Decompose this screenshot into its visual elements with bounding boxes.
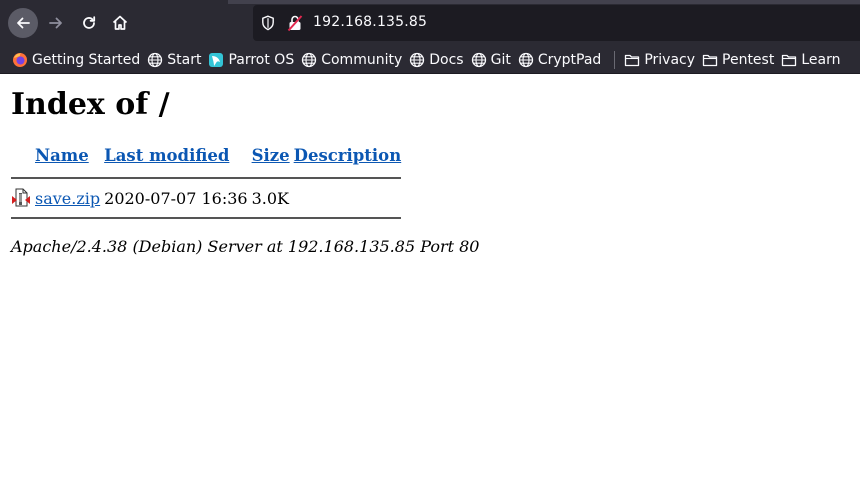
icon-column-header [11, 142, 31, 169]
bookmark-label: CryptPad [537, 51, 602, 68]
bookmark-label: Learn [801, 51, 841, 68]
bookmark-parrot-os[interactable]: Parrot OS [208, 52, 294, 68]
file-description-cell [294, 187, 402, 209]
bookmark-label: Docs [429, 51, 464, 68]
horizontal-rule [11, 217, 402, 219]
file-name-cell: save.zip [35, 187, 100, 209]
insecure-lock-icon[interactable] [287, 14, 303, 36]
reload-icon [83, 16, 96, 29]
url-text[interactable]: 192.168.135.85 [313, 14, 427, 30]
bookmark-cryptpad[interactable]: CryptPad [518, 52, 601, 68]
file-modified-cell: 2020-07-07 16:36 [104, 188, 248, 208]
bookmark-getting-started[interactable]: Getting Started [12, 52, 140, 68]
column-header-size[interactable]: Size [252, 142, 290, 169]
sort-by-description-link[interactable]: Description [294, 146, 402, 165]
table-divider [11, 211, 402, 225]
compressed-file-icon [12, 188, 30, 207]
navigation-toolbar: 192.168.135.85 [0, 0, 860, 46]
bookmark-separator [614, 50, 616, 69]
bookmark-label: Pentest [722, 51, 775, 68]
bookmark-label: Git [490, 51, 511, 68]
parrot-icon [208, 52, 224, 68]
globe-icon [518, 52, 534, 68]
bookmark-label: Getting Started [32, 51, 141, 68]
arrow-right-icon [49, 17, 62, 29]
folder-icon [702, 52, 718, 68]
folder-icon [781, 52, 797, 68]
home-button[interactable] [105, 8, 135, 38]
server-signature: Apache/2.4.38 (Debian) Server at 192.168… [11, 237, 480, 256]
bookmarks-toolbar: Getting Started Start Parrot OS Communit… [0, 46, 860, 74]
back-button[interactable] [8, 8, 38, 38]
table-row: save.zip 2020-07-07 16:36 3.0K [11, 187, 401, 209]
bookmark-folder-privacy[interactable]: Privacy [624, 52, 695, 68]
directory-listing-table: Name Last modified Size Description save… [7, 140, 405, 227]
bookmark-label: Privacy [644, 51, 696, 68]
folder-icon [624, 52, 640, 68]
file-size-cell: 3.0K [251, 188, 289, 208]
page-content: Index of / Name Last modified Size Descr… [0, 74, 860, 264]
table-divider [11, 171, 402, 185]
bookmark-community[interactable]: Community [301, 52, 402, 68]
file-icon-cell [11, 187, 31, 209]
bookmark-git[interactable]: Git [471, 52, 511, 68]
tracking-shield-icon[interactable] [261, 15, 275, 35]
bookmark-label: Start [167, 51, 202, 68]
bookmark-folder-learn[interactable]: Learn [781, 52, 840, 68]
horizontal-rule [11, 177, 402, 179]
sort-by-last-modified-link[interactable]: Last modified [104, 146, 229, 165]
bookmark-start[interactable]: Start [147, 52, 201, 68]
table-header-row: Name Last modified Size Description [11, 142, 401, 169]
bookmark-label: Community [321, 51, 403, 68]
column-header-name[interactable]: Name [35, 142, 100, 169]
column-header-last-modified[interactable]: Last modified [104, 142, 247, 169]
globe-icon [301, 52, 317, 68]
home-icon [112, 15, 128, 30]
sort-by-size-link[interactable]: Size [252, 146, 290, 165]
url-bar[interactable]: 192.168.135.85 [253, 5, 860, 41]
bookmark-docs[interactable]: Docs [409, 51, 464, 68]
file-link[interactable]: save.zip [35, 189, 100, 208]
forward-button[interactable] [41, 8, 71, 38]
bookmark-label: Parrot OS [228, 51, 295, 68]
browser-chrome: 192.168.135.85 Getting Started Start Par… [0, 0, 860, 74]
globe-icon [409, 52, 425, 68]
arrow-left-icon [17, 17, 30, 29]
globe-icon [471, 52, 487, 68]
reload-button[interactable] [74, 8, 104, 38]
globe-icon [147, 52, 163, 68]
sort-by-name-link[interactable]: Name [35, 146, 89, 165]
tab-strip-edge [228, 0, 860, 4]
column-header-description[interactable]: Description [294, 142, 402, 169]
page-title: Index of / [11, 87, 170, 122]
firefox-icon [12, 52, 28, 68]
bookmark-folder-pentest[interactable]: Pentest [702, 52, 774, 68]
